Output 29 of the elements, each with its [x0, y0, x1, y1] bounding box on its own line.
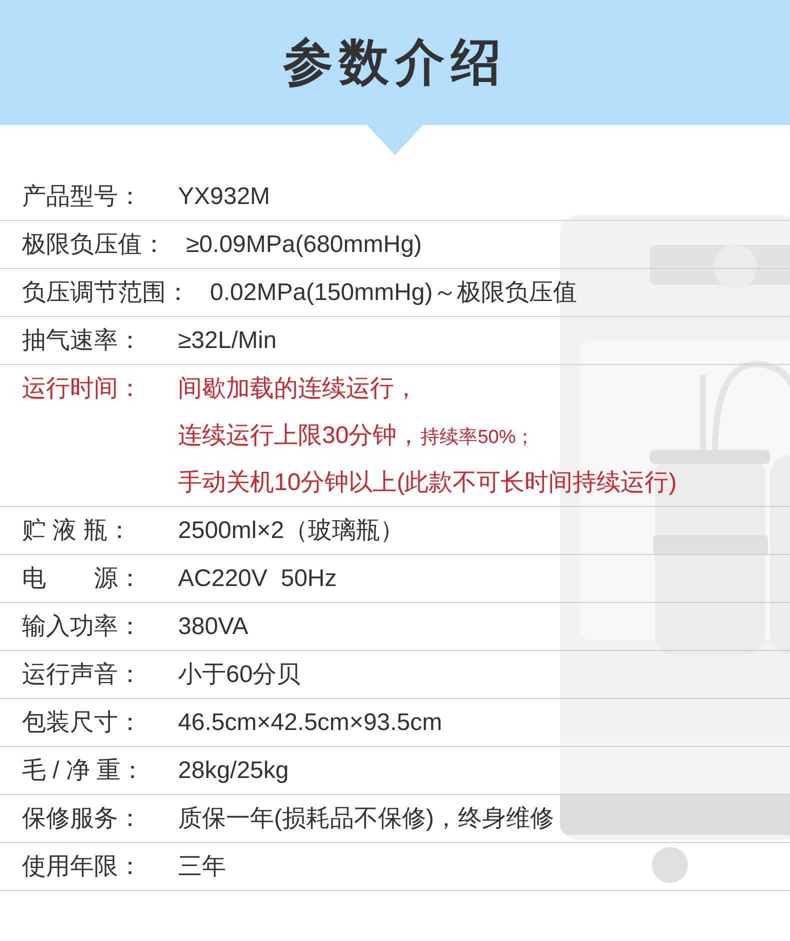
spec-value: 46.5cm×42.5cm×93.5cm: [178, 708, 442, 738]
spec-value: 380VA: [178, 612, 248, 642]
spec-label: 运行时间：: [22, 374, 143, 404]
spec-value: 2500ml×2（玻璃瓶）: [178, 516, 404, 546]
spec-label: 包装尺寸：: [22, 708, 143, 738]
spec-label: 贮 液 瓶：: [22, 516, 132, 546]
spec-value: 0.02MPa(150mmHg)～极限负压值: [210, 278, 577, 308]
spec-label: 负压调节范围：: [22, 278, 190, 308]
spec-label: 抽气速率：: [22, 326, 143, 356]
spec-value: 连续运行上限30分钟，持续率50%；: [178, 421, 536, 451]
spec-label: 保修服务：: [22, 804, 143, 834]
spec-value: 小于60分贝: [178, 660, 301, 690]
spec-label: 产品型号：: [22, 182, 143, 212]
spec-label: 电 源：: [22, 564, 143, 594]
spec-value: YX932M: [178, 182, 270, 212]
spec-value: 手动关机10分钟以上(此款不可长时间持续运行): [178, 468, 677, 498]
page-title: 参数介绍: [283, 33, 507, 92]
spec-value: ≥32L/Min: [178, 326, 277, 356]
spec-label: 极限负压值：: [22, 230, 166, 260]
spec-value: 三年: [178, 852, 226, 882]
spec-value: 28kg/25kg: [178, 756, 289, 786]
spec-value: AC220V 50Hz: [178, 564, 337, 594]
spec-label: 毛 / 净 重：: [22, 756, 146, 786]
spec-label: 使用年限：: [22, 852, 143, 882]
spec-label: 运行声音：: [22, 660, 143, 690]
spec-value: 间歇加载的连续运行，: [178, 374, 419, 404]
spec-value: ≥0.09MPa(680mmHg): [186, 230, 422, 260]
spec-value: 质保一年(损耗品不保修)，终身维修: [178, 804, 554, 834]
spec-label: 输入功率：: [22, 612, 143, 642]
